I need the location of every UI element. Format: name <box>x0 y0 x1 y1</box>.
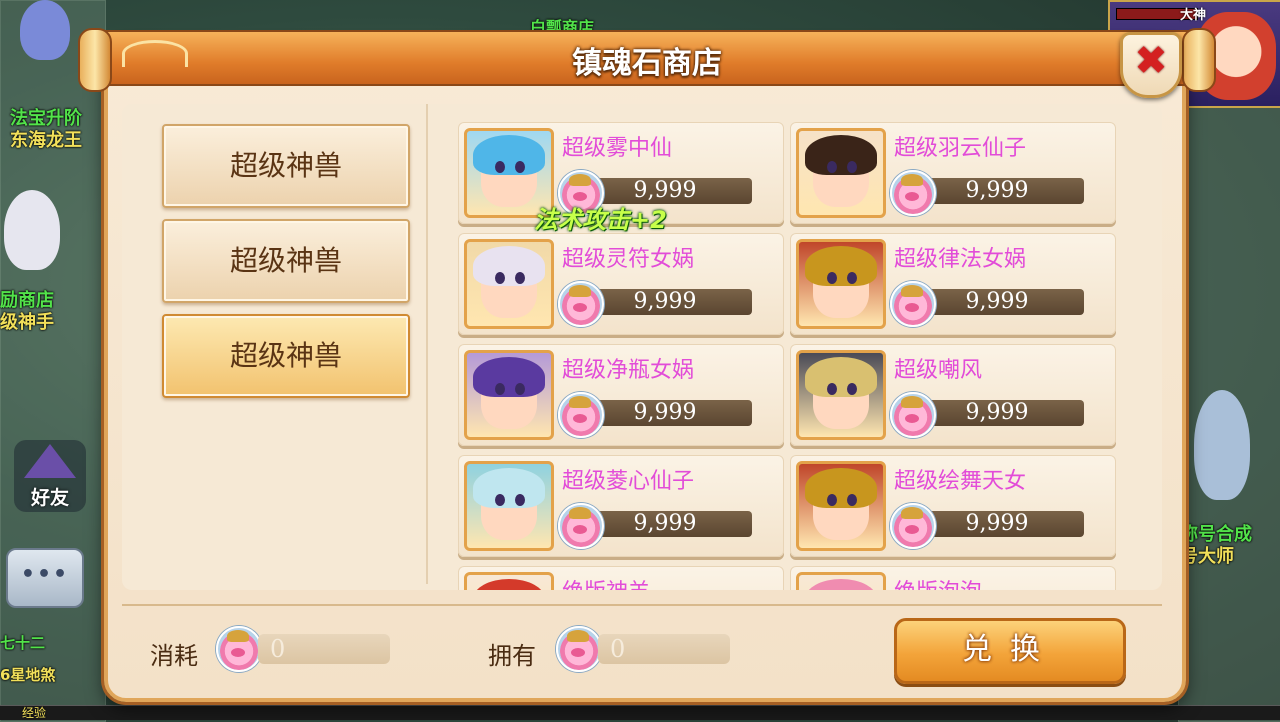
category-tab[interactable]: 超级神兽 <box>162 219 410 303</box>
item-avatar <box>796 128 886 218</box>
item-list[interactable]: 超级雾中仙 9,999 超级羽云仙子 9,999 超级灵符女娲 9,999 超级律法女娲 9,… <box>458 122 1118 590</box>
chat-bubble-icon: ••• <box>20 562 70 587</box>
chat-button[interactable]: ••• <box>6 548 84 608</box>
pig-coin-icon <box>558 281 604 327</box>
owned-label: 拥有 <box>488 642 536 670</box>
close-icon: ✖ <box>1134 38 1168 84</box>
item-price: 9,999 <box>578 511 752 537</box>
exp-label: 经验 <box>22 706 47 720</box>
item-price: 9,999 <box>910 289 1084 315</box>
divider <box>122 604 1162 606</box>
pig-coin-icon <box>890 503 936 549</box>
exchange-button[interactable]: 兑换 <box>894 618 1126 684</box>
item-name: 超级净瓶女娲 <box>562 358 695 383</box>
shop-item-card[interactable]: 超级灵符女娲 9,999 <box>458 233 784 335</box>
item-price: 9,999 <box>578 400 752 426</box>
title-bar: 镇魂石商店 <box>78 28 1216 92</box>
item-price: 9,999 <box>578 289 752 315</box>
shop-item-card[interactable]: 绝版泡泡 <box>790 566 1116 590</box>
item-name: 超级嘲风 <box>894 358 983 383</box>
category-tab-active[interactable]: 超级神兽 <box>162 314 410 398</box>
friends-label: 好友 <box>30 487 69 509</box>
wizard-hat-icon <box>24 444 76 478</box>
shop-item-card[interactable]: 超级嘲风 9,999 <box>790 344 1116 446</box>
close-button[interactable]: ✖ <box>1120 32 1182 98</box>
pig-coin-icon <box>890 281 936 327</box>
item-avatar <box>464 572 554 590</box>
item-name: 超级绘舞天女 <box>894 469 1027 494</box>
item-avatar <box>464 239 554 329</box>
shop-dialog: 镇魂石商店 ✖ 超级神兽 超级神兽 超级神兽 超级雾中仙 9,999 超级羽云仙子 9… <box>78 28 1216 702</box>
dialog-title: 镇魂石商店 <box>572 46 722 81</box>
shop-item-card[interactable]: 超级净瓶女娲 9,999 <box>458 344 784 446</box>
pig-coin-icon <box>556 626 602 672</box>
item-avatar <box>464 461 554 551</box>
item-avatar <box>464 350 554 440</box>
item-price: 9,999 <box>910 178 1084 204</box>
pig-coin-icon <box>558 503 604 549</box>
item-name: 超级灵符女娲 <box>562 247 695 272</box>
item-name: 超级雾中仙 <box>562 136 673 161</box>
bg-label: 东海龙王 <box>10 130 82 151</box>
pig-coin-icon <box>890 392 936 438</box>
background-character <box>1194 390 1250 500</box>
bg-label: 号大师 <box>1180 546 1234 567</box>
background-character <box>4 190 60 270</box>
category-list: 超级神兽 超级神兽 超级神兽 <box>142 104 428 584</box>
exp-bar: 经验 <box>0 705 1280 720</box>
item-price: 9,999 <box>910 400 1084 426</box>
item-avatar <box>796 350 886 440</box>
shop-item-card[interactable]: 超级菱心仙子 9,999 <box>458 455 784 557</box>
cost-value: 0 <box>258 634 390 664</box>
category-tab[interactable]: 超级神兽 <box>162 124 410 208</box>
shop-item-card[interactable]: 绝版神羊 <box>458 566 784 590</box>
pig-coin-icon <box>558 392 604 438</box>
floating-bonus-text: 法术攻击+2 <box>534 206 667 234</box>
item-name: 超级菱心仙子 <box>562 469 695 494</box>
item-avatar <box>796 239 886 329</box>
background-character <box>20 0 70 60</box>
shop-content: 超级神兽 超级神兽 超级神兽 超级雾中仙 9,999 超级羽云仙子 9,999 超级灵符… <box>122 104 1162 590</box>
shop-item-card[interactable]: 超级绘舞天女 9,999 <box>790 455 1116 557</box>
friends-button[interactable]: 好友 <box>14 440 86 512</box>
player-name: 大神 <box>1180 8 1207 23</box>
owned-value: 0 <box>598 634 730 664</box>
bg-label: 七十二 <box>0 634 46 652</box>
bg-label: 级神手 <box>0 312 54 333</box>
item-name: 超级律法女娲 <box>894 247 1027 272</box>
bg-label: 6星地煞 <box>0 666 56 684</box>
shop-item-card[interactable]: 超级律法女娲 9,999 <box>790 233 1116 335</box>
item-name: 绝版泡泡 <box>894 574 982 590</box>
item-price: 9,999 <box>910 511 1084 537</box>
item-name: 绝版神羊 <box>562 574 650 590</box>
item-avatar <box>796 461 886 551</box>
item-name: 超级羽云仙子 <box>894 136 1027 161</box>
pig-coin-icon <box>890 170 936 216</box>
item-avatar <box>796 572 886 590</box>
shop-item-card[interactable]: 超级羽云仙子 9,999 <box>790 122 1116 224</box>
pig-coin-icon <box>216 626 262 672</box>
cost-label: 消耗 <box>150 642 198 670</box>
